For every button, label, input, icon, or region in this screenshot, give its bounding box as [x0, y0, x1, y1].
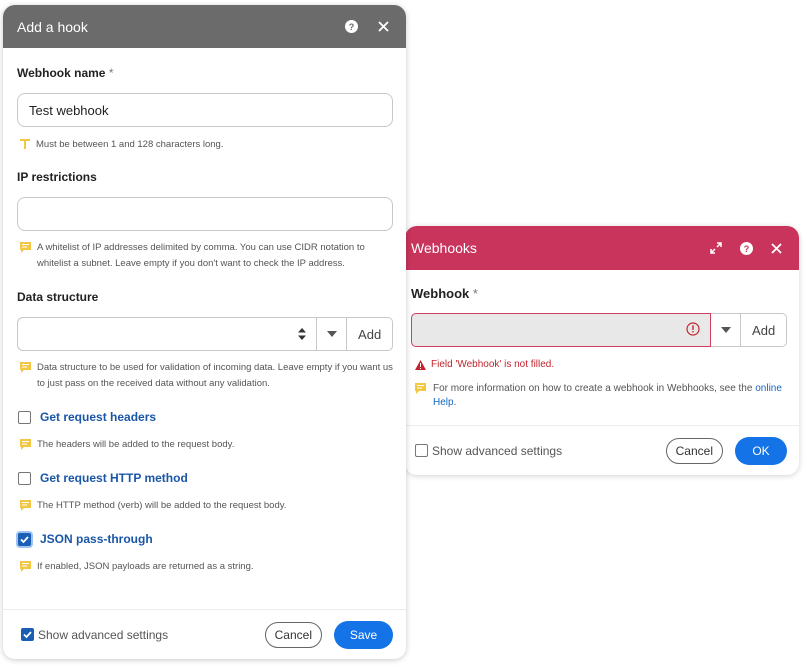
webhook-select[interactable]: [411, 313, 712, 347]
show-advanced-checkbox[interactable]: [415, 444, 428, 457]
add-hook-dialog-footer: Show advanced settings Cancel Save: [3, 609, 406, 659]
data-structure-add-button[interactable]: Add: [347, 317, 393, 351]
data-structure-hint: Data structure to be used for validation…: [17, 360, 393, 392]
json-pass-through-hint: If enabled, JSON payloads are returned a…: [17, 559, 393, 575]
add-hook-dialog-header: Add a hook ?: [3, 5, 406, 48]
webhook-add-button[interactable]: Add: [741, 313, 787, 347]
cancel-button[interactable]: Cancel: [264, 621, 322, 648]
comment-icon: [20, 242, 31, 253]
info-message: For more information on how to create a …: [411, 382, 787, 410]
alert-circle-icon: [686, 322, 700, 341]
svg-text:?: ?: [348, 22, 354, 32]
show-advanced-label: Show advanced settings: [432, 443, 563, 458]
webhook-name-input[interactable]: Test webhook: [17, 93, 393, 127]
data-structure-select[interactable]: [17, 317, 318, 351]
ip-restrictions-input[interactable]: [17, 197, 393, 231]
webhook-dropdown-button[interactable]: [711, 313, 742, 347]
sort-arrows-icon: [298, 328, 307, 340]
save-button[interactable]: Save: [334, 620, 393, 649]
comment-icon: [20, 439, 31, 450]
comment-icon: [20, 561, 31, 572]
webhooks-dialog-footer: Show advanced settings Cancel OK: [405, 425, 799, 475]
webhook-name-value: Test webhook: [29, 102, 109, 118]
ip-restrictions-label: IP restrictions: [17, 170, 97, 184]
error-text: Field 'Webhook' is not filled.: [431, 359, 555, 370]
chevron-down-icon: [326, 331, 337, 337]
webhook-select-row: Add: [411, 313, 787, 347]
show-advanced-checkbox[interactable]: [21, 628, 34, 641]
json-pass-through-label: JSON pass-through: [40, 532, 153, 546]
help-icon[interactable]: ?: [342, 18, 360, 36]
ip-restrictions-hint: A whitelist of IP addresses delimited by…: [17, 240, 393, 272]
warning-icon: [415, 359, 426, 370]
webhook-field-label: Webhook *: [411, 286, 478, 301]
get-request-headers-hint: The headers will be added to the request…: [17, 437, 393, 453]
webhooks-dialog: Webhooks ? Webhook * Add Field 'Webhook'…: [405, 226, 799, 475]
comment-icon: [20, 500, 31, 511]
cancel-button[interactable]: Cancel: [665, 437, 723, 464]
help-icon[interactable]: ?: [737, 239, 755, 257]
dialog-title: Add a hook: [17, 18, 88, 35]
add-hook-dialog: Add a hook ? Webhook name * Test webhook…: [3, 5, 406, 659]
ok-button[interactable]: OK: [735, 436, 787, 465]
svg-text:?: ?: [743, 244, 749, 254]
dialog-title: Webhooks: [411, 240, 477, 256]
checkmark-icon: [23, 631, 32, 639]
json-pass-through-checkbox[interactable]: [18, 532, 31, 546]
data-structure-label: Data structure: [17, 290, 99, 304]
show-advanced-label: Show advanced settings: [38, 627, 169, 642]
webhook-name-hint: Must be between 1 and 128 characters lon…: [17, 137, 393, 153]
close-icon[interactable]: [767, 239, 785, 257]
data-structure-row: Add: [17, 317, 393, 351]
text-icon: [20, 139, 30, 149]
expand-icon[interactable]: [707, 239, 725, 257]
get-request-http-method-label: Get request HTTP method: [40, 471, 188, 485]
error-message: Field 'Webhook' is not filled.: [411, 359, 787, 370]
comment-icon: [415, 383, 426, 394]
get-request-http-method-hint: The HTTP method (verb) will be added to …: [17, 498, 393, 514]
chevron-down-icon: [720, 327, 731, 333]
get-request-headers-checkbox[interactable]: [18, 410, 31, 424]
json-pass-through-row[interactable]: JSON pass-through: [17, 532, 393, 546]
get-request-http-method-row[interactable]: Get request HTTP method: [17, 471, 393, 485]
get-request-headers-row[interactable]: Get request headers: [17, 410, 393, 424]
data-structure-dropdown-button[interactable]: [317, 317, 348, 351]
webhook-name-label: Webhook name *: [17, 66, 114, 80]
get-request-headers-label: Get request headers: [40, 410, 157, 424]
get-request-http-method-checkbox[interactable]: [18, 471, 31, 485]
comment-icon: [20, 362, 31, 373]
close-icon[interactable]: [374, 18, 392, 36]
checkmark-icon: [20, 535, 29, 543]
webhooks-dialog-header: Webhooks ?: [405, 226, 799, 270]
info-text: For more information on how to create a …: [433, 383, 756, 394]
